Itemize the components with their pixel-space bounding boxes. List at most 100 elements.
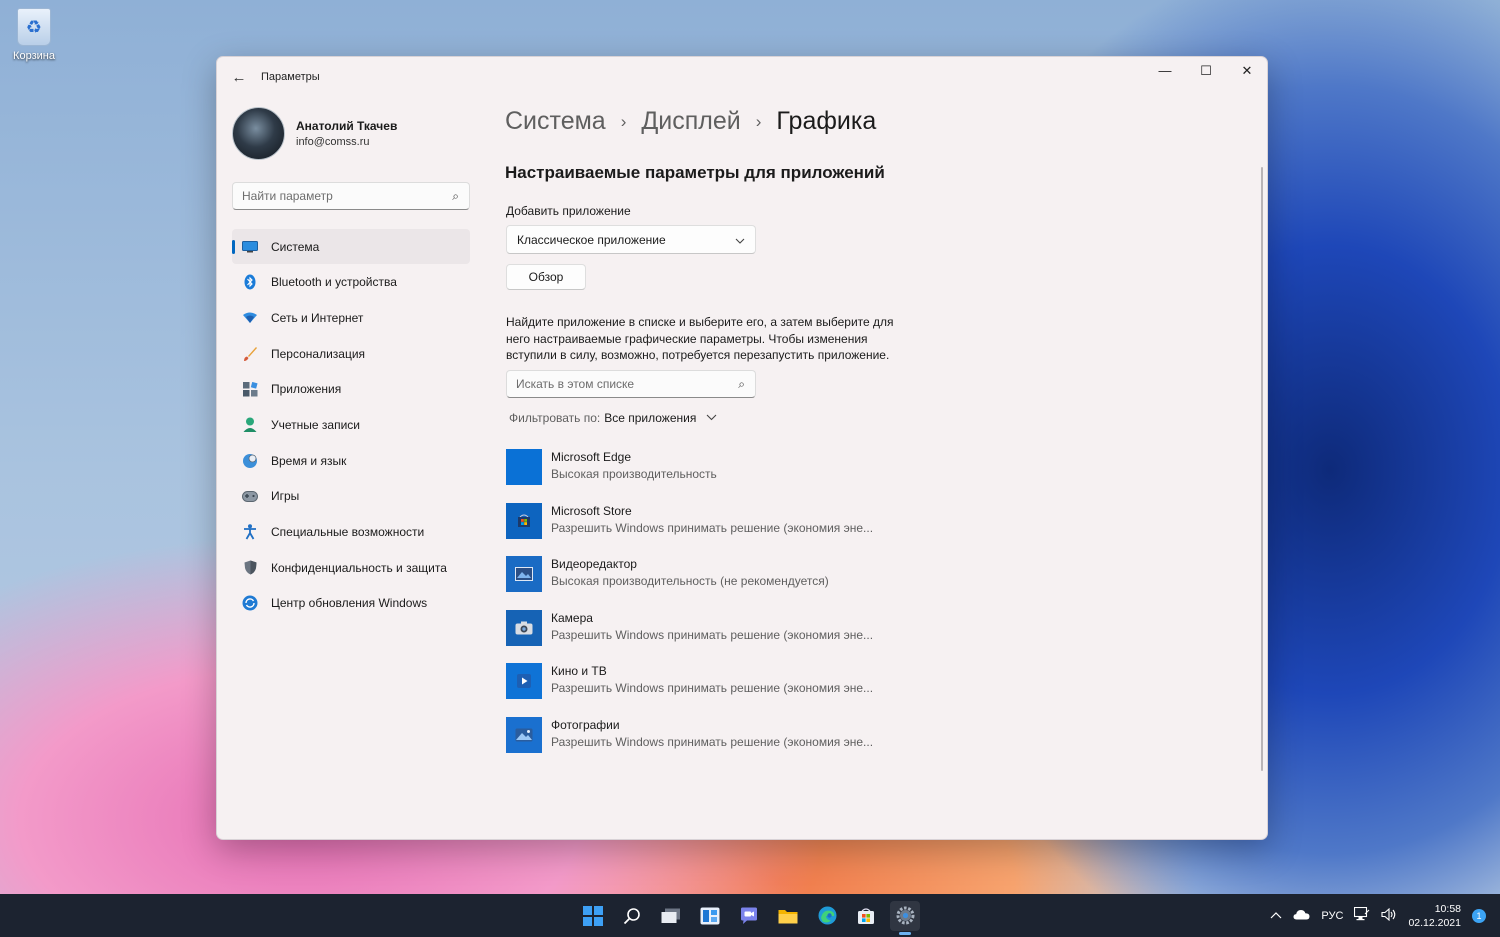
sidebar-item-label: Персонализация bbox=[271, 346, 366, 361]
app-name: Microsoft Edge bbox=[551, 450, 632, 464]
sidebar-item-network[interactable]: Сеть и Интернет bbox=[232, 300, 470, 335]
monitor-icon bbox=[242, 239, 258, 255]
list-item[interactable]: Видеоредактор Высокая производительность… bbox=[506, 556, 1106, 610]
taskbar: РУС 10:58 02.12.2021 1 bbox=[0, 894, 1500, 937]
list-item[interactable]: Microsoft Store Разрешить Windows приним… bbox=[506, 502, 1106, 557]
list-item[interactable]: Кино и ТВ Разрешить Windows принимать ре… bbox=[506, 663, 1106, 717]
browse-button[interactable]: Обзор bbox=[506, 264, 586, 290]
sidebar-item-accessibility[interactable]: Специальные возможности bbox=[232, 515, 470, 550]
clock-time: 10:58 bbox=[1434, 902, 1461, 915]
sidebar-item-accounts[interactable]: Учетные записи bbox=[232, 407, 470, 442]
app-name: Видеоредактор bbox=[551, 557, 637, 571]
minimize-button[interactable]: — bbox=[1145, 57, 1185, 85]
chevron-down-icon bbox=[706, 413, 717, 424]
search-taskbar-icon[interactable] bbox=[617, 901, 647, 931]
widgets-icon[interactable] bbox=[695, 901, 725, 931]
sidebar-nav: Система Bluetooth и устройства Сеть и Ин… bbox=[232, 229, 470, 622]
edge-browser-icon[interactable] bbox=[812, 901, 842, 931]
app-list-search-input[interactable] bbox=[507, 371, 707, 397]
close-button[interactable]: ✕ bbox=[1227, 57, 1267, 85]
app-type-dropdown[interactable]: Классическое приложение bbox=[506, 225, 756, 254]
notification-badge[interactable]: 1 bbox=[1472, 908, 1486, 923]
maximize-button[interactable]: ☐ bbox=[1186, 57, 1226, 85]
sidebar-item-apps[interactable]: Приложения bbox=[232, 372, 470, 407]
volume-icon[interactable] bbox=[1381, 907, 1397, 924]
app-preference: Высокая производительность (не рекоменду… bbox=[551, 574, 829, 588]
video-editor-app-icon bbox=[506, 556, 542, 592]
profile-email: info@comss.ru bbox=[296, 136, 370, 148]
app-preference: Разрешить Windows принимать решение (эко… bbox=[551, 734, 874, 749]
breadcrumb-separator: › bbox=[755, 111, 762, 131]
app-preference: Разрешить Windows принимать решение (эко… bbox=[551, 627, 874, 642]
sidebar-item-gaming[interactable]: Игры bbox=[232, 479, 470, 514]
app-name: Фотографии bbox=[551, 717, 620, 732]
settings-search-input[interactable] bbox=[233, 183, 433, 209]
clock-date: 02.12.2021 bbox=[1408, 916, 1461, 929]
settings-search[interactable]: ⌕ bbox=[232, 182, 470, 210]
sidebar-item-system[interactable]: Система bbox=[232, 229, 470, 264]
breadcrumb-display[interactable]: Дисплей bbox=[641, 107, 740, 136]
app-name: Камера bbox=[551, 610, 593, 625]
section-title: Настраиваемые параметры для приложений bbox=[505, 163, 885, 182]
file-explorer-icon[interactable] bbox=[773, 901, 803, 931]
brush-icon bbox=[242, 346, 258, 362]
app-name: Microsoft Store bbox=[551, 503, 632, 518]
sidebar-item-label: Система bbox=[271, 239, 320, 254]
search-icon: ⌕ bbox=[738, 377, 745, 391]
sidebar-item-label: Учетные записи bbox=[271, 417, 360, 432]
language-indicator[interactable]: РУС bbox=[1321, 910, 1343, 922]
gamepad-icon bbox=[242, 488, 258, 504]
sidebar-item-personalization[interactable]: Персонализация bbox=[232, 336, 470, 371]
onedrive-cloud-icon[interactable] bbox=[1293, 909, 1310, 923]
profile-name: Анатолий Ткачев bbox=[296, 119, 398, 133]
sidebar-item-time-language[interactable]: Время и язык bbox=[232, 443, 470, 478]
app-preference: Высокая производительность bbox=[551, 467, 717, 481]
system-tray: РУС 10:58 02.12.2021 1 bbox=[1270, 894, 1486, 937]
title-bar: ← Параметры — ☐ ✕ bbox=[217, 57, 1267, 99]
list-item[interactable]: Фотографии Разрешить Windows принимать р… bbox=[506, 716, 1106, 771]
app-type-selected: Классическое приложение bbox=[517, 232, 666, 247]
sidebar-item-privacy[interactable]: Конфиденциальность и защита bbox=[232, 550, 470, 585]
user-profile[interactable]: Анатолий Ткачев info@comss.ru bbox=[232, 107, 397, 160]
windows-logo-icon bbox=[583, 905, 603, 926]
clock[interactable]: 10:58 02.12.2021 bbox=[1408, 902, 1461, 930]
scrollbar[interactable] bbox=[1261, 167, 1263, 771]
network-icon[interactable] bbox=[1354, 906, 1370, 924]
store-taskbar-icon[interactable] bbox=[851, 901, 881, 931]
task-view-icon[interactable] bbox=[656, 901, 686, 931]
recycle-bin-icon: ♻ bbox=[17, 8, 51, 46]
list-item[interactable]: Microsoft Edge Высокая производительност… bbox=[506, 449, 1106, 503]
add-app-label: Добавить приложение bbox=[506, 204, 631, 218]
avatar bbox=[232, 107, 285, 160]
sidebar-item-label: Сеть и Интернет bbox=[271, 310, 364, 325]
taskbar-pinned-apps bbox=[578, 894, 920, 937]
sidebar-item-bluetooth[interactable]: Bluetooth и устройства bbox=[232, 265, 470, 300]
settings-taskbar-icon[interactable] bbox=[890, 900, 920, 935]
page-title: Графика bbox=[776, 107, 877, 135]
globe-clock-icon bbox=[242, 453, 258, 469]
settings-window: ← Параметры — ☐ ✕ Анатолий Ткачев info@c… bbox=[216, 56, 1268, 840]
app-list-search[interactable]: ⌕ bbox=[506, 370, 756, 398]
sidebar-item-windows-update[interactable]: Центр обновления Windows bbox=[232, 586, 470, 621]
back-arrow-icon[interactable]: ← bbox=[229, 69, 249, 87]
app-list: Microsoft Edge Высокая производительност… bbox=[506, 449, 1106, 770]
list-item[interactable]: Камера Разрешить Windows принимать решен… bbox=[506, 609, 1106, 664]
start-button[interactable] bbox=[578, 901, 608, 931]
app-preference: Разрешить Windows принимать решение (эко… bbox=[551, 681, 874, 695]
description-text: Найдите приложение в списке и выберите е… bbox=[506, 315, 894, 362]
chat-icon[interactable] bbox=[734, 901, 764, 931]
sidebar-item-label: Специальные возможности bbox=[271, 525, 425, 539]
sidebar-item-label: Приложения bbox=[271, 382, 342, 397]
photos-app-icon bbox=[506, 716, 542, 753]
person-icon bbox=[242, 417, 258, 433]
shield-icon bbox=[242, 560, 258, 576]
breadcrumb-system[interactable]: Система bbox=[505, 107, 606, 136]
movies-app-icon bbox=[506, 663, 542, 699]
app-name: Кино и ТВ bbox=[551, 664, 607, 678]
chevron-up-icon[interactable] bbox=[1270, 910, 1282, 922]
apps-icon bbox=[242, 381, 258, 397]
accessibility-icon bbox=[242, 524, 258, 540]
search-icon: ⌕ bbox=[452, 189, 459, 203]
recycle-bin-shortcut[interactable]: ♻ Корзина bbox=[8, 8, 60, 62]
filter-control[interactable]: Фильтровать по: Все приложения bbox=[509, 411, 717, 425]
